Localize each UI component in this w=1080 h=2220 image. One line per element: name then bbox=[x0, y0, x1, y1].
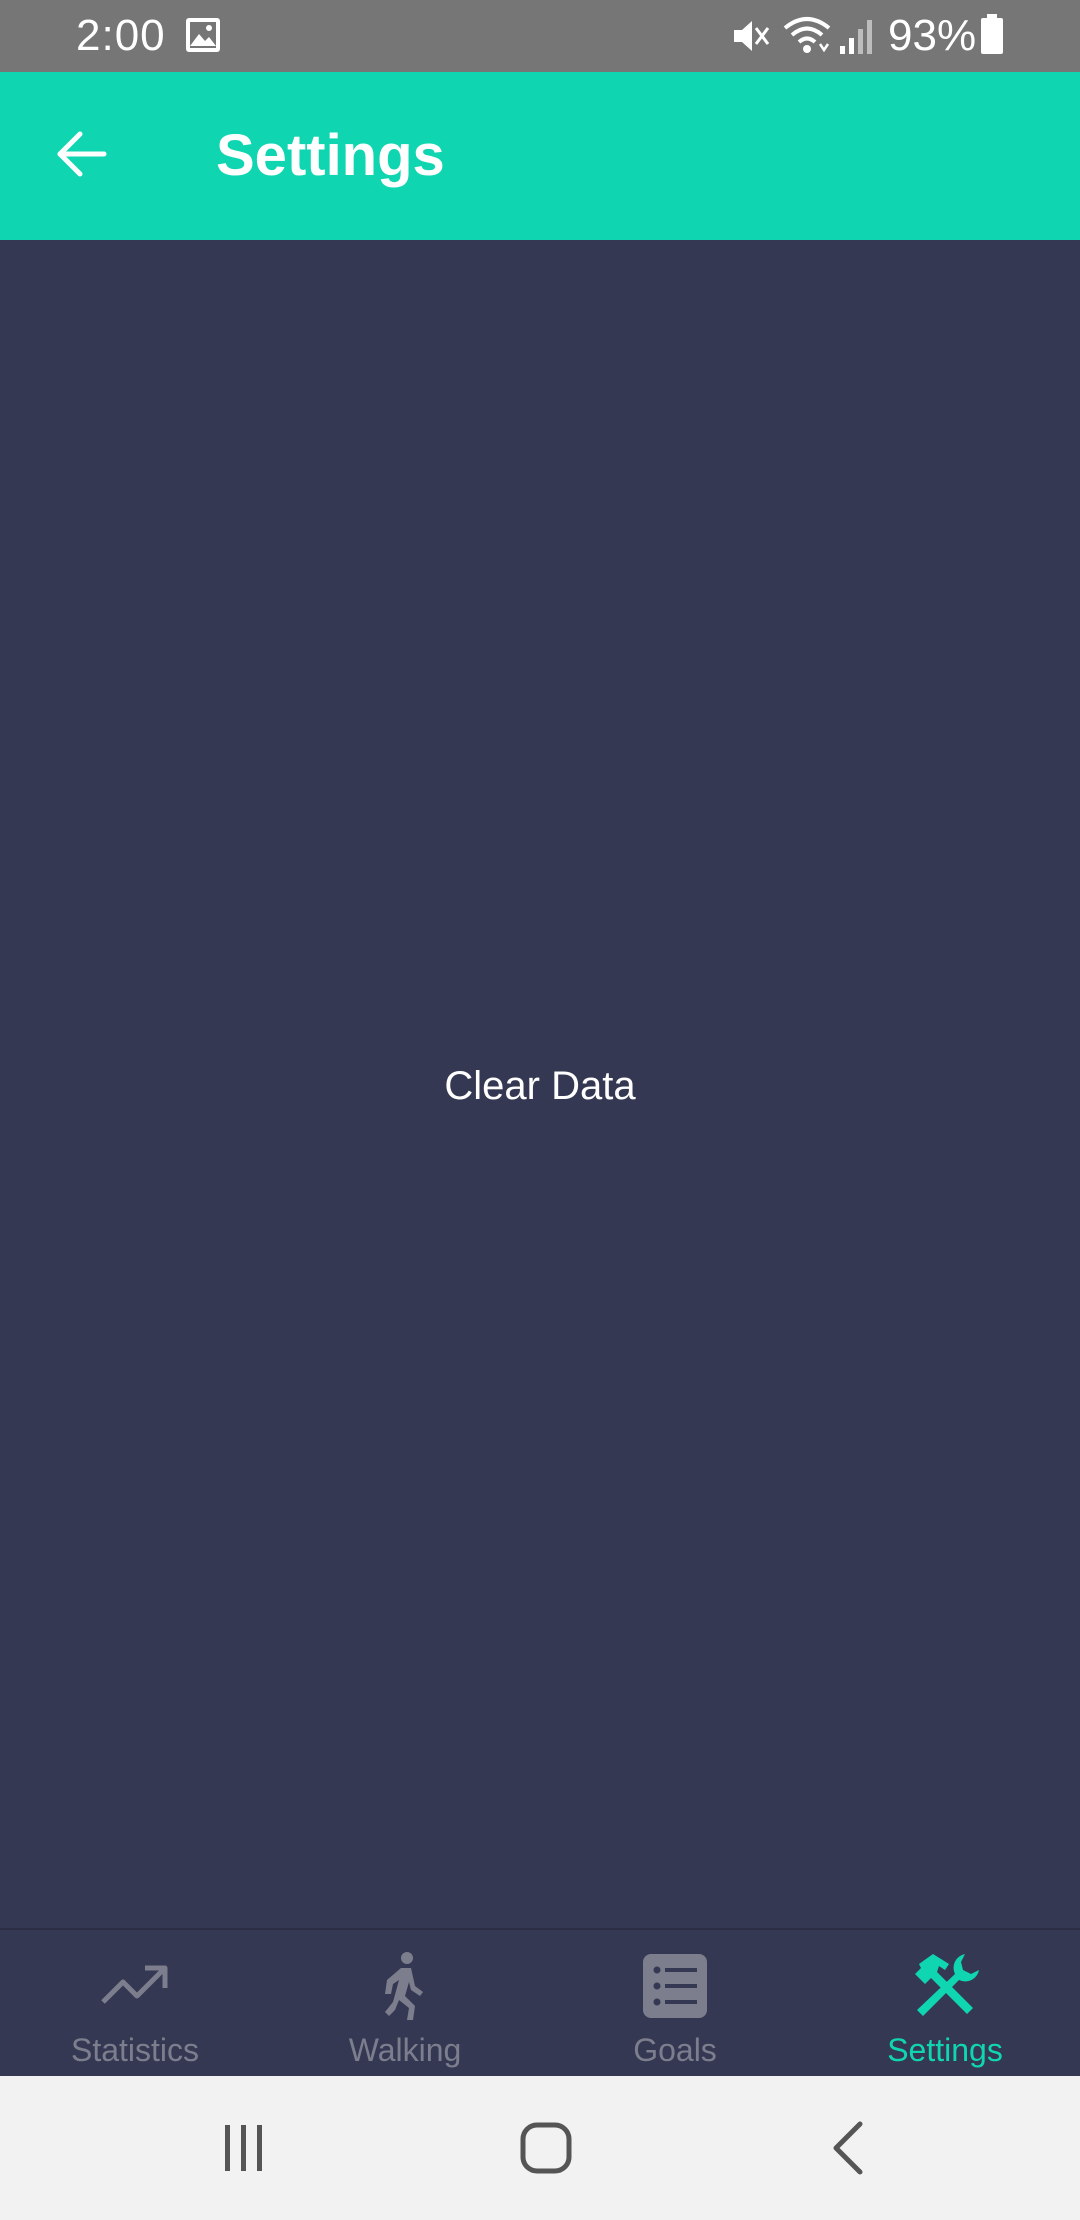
app-bar: Settings bbox=[0, 72, 1080, 240]
nav-item-settings[interactable]: Settings bbox=[810, 1930, 1080, 2076]
nav-item-statistics[interactable]: Statistics bbox=[0, 1930, 270, 2076]
trending-up-icon bbox=[99, 1950, 171, 2022]
settings-content: Clear Data bbox=[0, 240, 1080, 1928]
status-bar: 2:00 93% bbox=[0, 0, 1080, 72]
nav-item-goals[interactable]: Goals bbox=[540, 1930, 810, 2076]
status-time: 2:00 bbox=[76, 11, 166, 60]
back-button[interactable] bbox=[44, 118, 120, 194]
battery-percent: 93% bbox=[888, 11, 977, 60]
recents-icon bbox=[219, 2123, 269, 2178]
nav-label: Goals bbox=[633, 2032, 717, 2068]
tools-icon bbox=[909, 1950, 981, 2022]
image-icon bbox=[184, 16, 222, 54]
home-button[interactable] bbox=[506, 2112, 586, 2188]
system-navigation-bar bbox=[0, 2076, 1080, 2220]
screen: 2:00 93% Settings Clear Data Statistics … bbox=[0, 0, 1080, 2220]
list-icon bbox=[639, 1950, 711, 2022]
recents-button[interactable] bbox=[204, 2112, 284, 2188]
page-title: Settings bbox=[216, 123, 445, 188]
back-icon bbox=[828, 2120, 868, 2181]
home-icon bbox=[518, 2120, 574, 2181]
signal-icon bbox=[838, 18, 874, 56]
arrow-left-icon bbox=[54, 126, 110, 187]
wifi-icon bbox=[782, 14, 832, 56]
nav-label: Statistics bbox=[70, 2032, 200, 2068]
clear-data-button[interactable]: Clear Data bbox=[380, 1038, 700, 1134]
nav-label: Walking bbox=[348, 2032, 462, 2068]
battery-icon bbox=[980, 14, 1004, 54]
nav-item-walking[interactable]: Walking bbox=[270, 1930, 540, 2076]
bottom-navigation: Statistics Walking Goals Settings bbox=[0, 1928, 1080, 2076]
mute-icon bbox=[730, 16, 770, 56]
system-back-button[interactable] bbox=[808, 2112, 888, 2188]
walking-icon bbox=[369, 1950, 441, 2022]
nav-label: Settings bbox=[887, 2032, 1003, 2068]
